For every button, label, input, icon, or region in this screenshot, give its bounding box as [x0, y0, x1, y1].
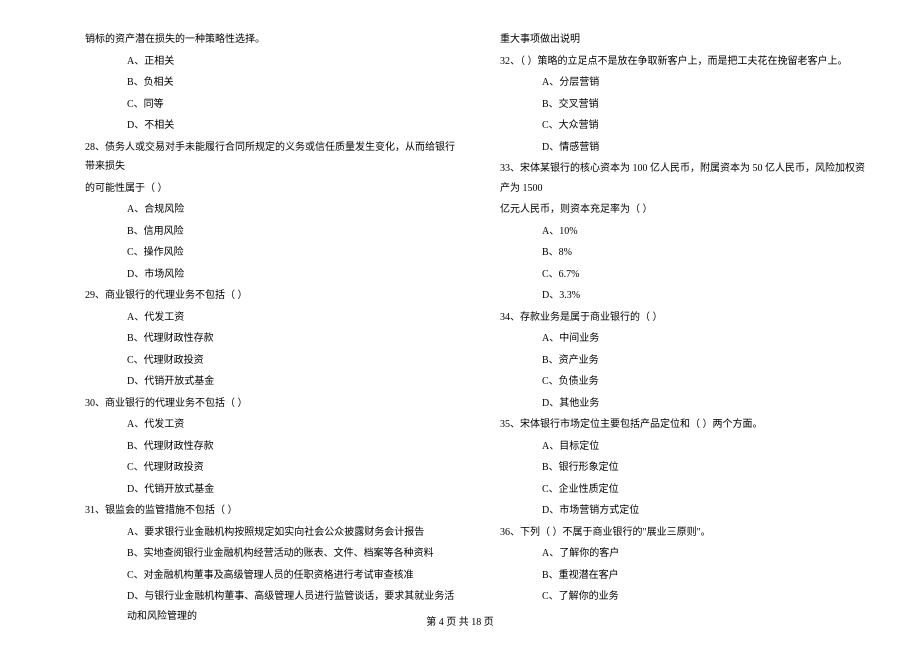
q36-option-a: A、了解你的客户 — [500, 544, 870, 564]
page-footer: 第 4 页 共 18 页 — [0, 613, 920, 628]
q32-option-d: D、情感营销 — [500, 138, 870, 158]
q34-text: 34、存款业务是属于商业银行的（ ） — [500, 308, 870, 328]
q29-option-c: C、代理财政投资 — [85, 351, 455, 371]
q33-text: 33、宋体某银行的核心资本为 100 亿人民币，附属资本为 50 亿人民币，风险… — [500, 159, 870, 198]
q28-text2: 的可能性属于（ ） — [85, 179, 455, 199]
q30-option-c: C、代理财政投资 — [85, 458, 455, 478]
q36-option-c: C、了解你的业务 — [500, 587, 870, 607]
q29-option-a: A、代发工资 — [85, 308, 455, 328]
q33-option-c: C、6.7% — [500, 265, 870, 285]
q30-option-a: A、代发工资 — [85, 415, 455, 435]
right-column: 重大事项做出说明 32、（ ）策略的立足点不是放在争取新客户上，而是把工夫花在挽… — [500, 30, 870, 628]
q33-text2: 亿元人民币，则资本充足率为（ ） — [500, 200, 870, 220]
q33-option-a: A、10% — [500, 222, 870, 242]
q32-option-a: A、分层营销 — [500, 73, 870, 93]
q29-option-d: D、代销开放式基金 — [85, 372, 455, 392]
q32-option-b: B、交叉营销 — [500, 95, 870, 115]
q35-option-a: A、目标定位 — [500, 437, 870, 457]
q27-option-d: D、不相关 — [85, 116, 455, 136]
q35-text: 35、宋体银行市场定位主要包括产品定位和（ ）两个方面。 — [500, 415, 870, 435]
q35-option-c: C、企业性质定位 — [500, 480, 870, 500]
q36-option-b: B、重视潜在客户 — [500, 566, 870, 586]
q31-option-b: B、实地查阅银行业金融机构经营活动的账表、文件、档案等各种资料 — [85, 544, 455, 564]
q35-option-d: D、市场营销方式定位 — [500, 501, 870, 521]
q31-option-a: A、要求银行业金融机构按照规定如实向社会公众披露财务会计报告 — [85, 523, 455, 543]
q31-text: 31、银监会的监管措施不包括（ ） — [85, 501, 455, 521]
q33-option-d: D、3.3% — [500, 286, 870, 306]
q28-option-b: B、信用风险 — [85, 222, 455, 242]
q28-option-c: C、操作风险 — [85, 243, 455, 263]
q27-option-a: A、正相关 — [85, 52, 455, 72]
q29-text: 29、商业银行的代理业务不包括（ ） — [85, 286, 455, 306]
q31-option-c: C、对金融机构董事及高级管理人员的任职资格进行考试审查核准 — [85, 566, 455, 586]
q34-option-a: A、中间业务 — [500, 329, 870, 349]
q27-intro: 销标的资产潜在损失的一种策略性选择。 — [85, 30, 455, 50]
page-container: 销标的资产潜在损失的一种策略性选择。 A、正相关 B、负相关 C、同等 D、不相… — [0, 0, 920, 628]
q27-option-c: C、同等 — [85, 95, 455, 115]
q28-text: 28、债务人或交易对手未能履行合同所规定的义务或信任质量发生变化，从而给银行带来… — [85, 138, 455, 177]
q32-option-c: C、大众营销 — [500, 116, 870, 136]
q29-option-b: B、代理财政性存款 — [85, 329, 455, 349]
q33-option-b: B、8% — [500, 243, 870, 263]
q30-text: 30、商业银行的代理业务不包括（ ） — [85, 394, 455, 414]
left-column: 销标的资产潜在损失的一种策略性选择。 A、正相关 B、负相关 C、同等 D、不相… — [85, 30, 455, 628]
q34-option-d: D、其他业务 — [500, 394, 870, 414]
q28-option-a: A、合规风险 — [85, 200, 455, 220]
q32-text: 32、（ ）策略的立足点不是放在争取新客户上，而是把工夫花在挽留老客户上。 — [500, 52, 870, 72]
q34-option-c: C、负债业务 — [500, 372, 870, 392]
q36-text: 36、下列（ ）不属于商业银行的"展业三原则"。 — [500, 523, 870, 543]
q35-option-b: B、银行形象定位 — [500, 458, 870, 478]
q30-option-b: B、代理财政性存款 — [85, 437, 455, 457]
q31-cont: 重大事项做出说明 — [500, 30, 870, 50]
q28-option-d: D、市场风险 — [85, 265, 455, 285]
q34-option-b: B、资产业务 — [500, 351, 870, 371]
q27-option-b: B、负相关 — [85, 73, 455, 93]
q30-option-d: D、代销开放式基金 — [85, 480, 455, 500]
